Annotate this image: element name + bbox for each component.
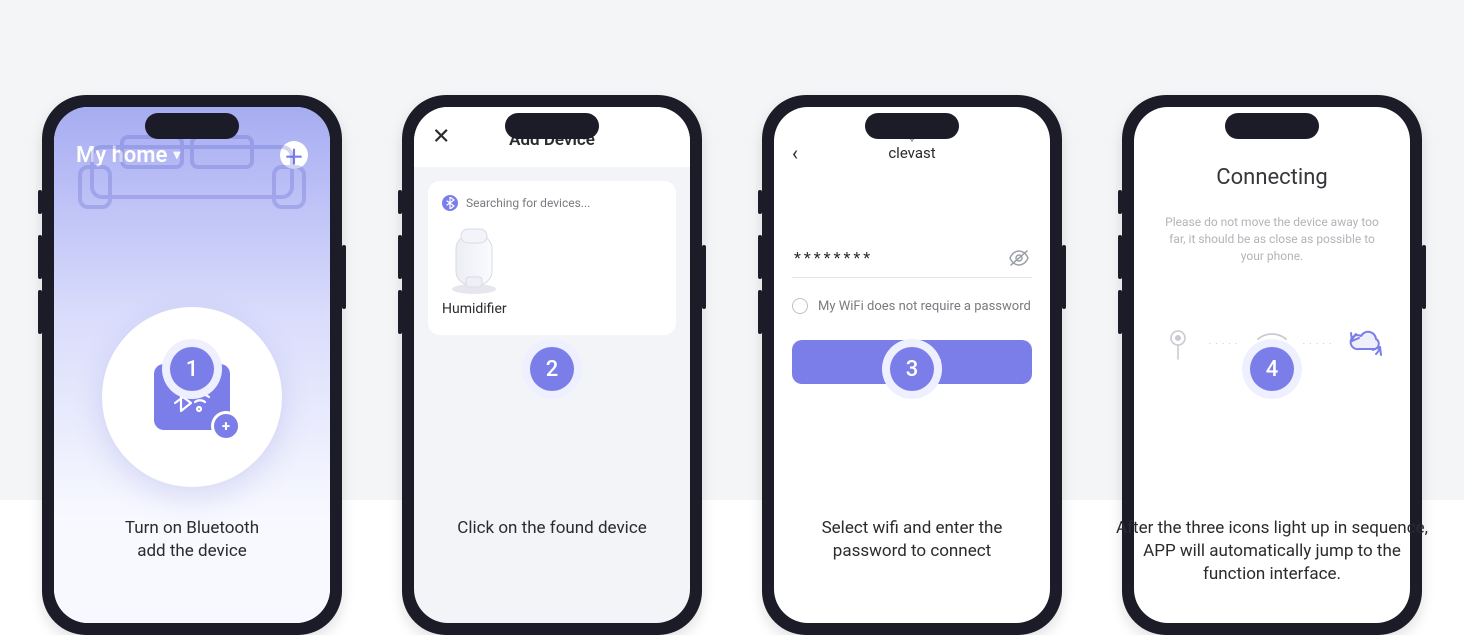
bluetooth-pair-card[interactable]: +: [102, 307, 282, 487]
close-icon[interactable]: ✕: [432, 125, 450, 150]
step-badge-1: 1: [170, 347, 214, 391]
step-4: Connecting Please do not move the device…: [1122, 95, 1422, 500]
steps-band: My home ▾ ＋: [0, 0, 1464, 500]
cloud-sync-icon: [1346, 324, 1386, 364]
step-2: ✕ Add Device Searching for devices...: [402, 95, 702, 500]
password-masked: ********: [794, 248, 873, 267]
no-password-label: My WiFi does not require a password: [818, 299, 1031, 314]
step-badge-4: 4: [1250, 347, 1294, 391]
searching-text: Searching for devices...: [466, 196, 590, 210]
humidifier-thumbnail: [442, 221, 506, 295]
antenna-icon: [1158, 324, 1198, 364]
step-caption-2: Click on the found device: [457, 475, 646, 540]
found-device-item[interactable]: Humidifier: [442, 221, 662, 317]
eye-off-icon[interactable]: [1008, 249, 1030, 267]
step-caption-1: Turn on Bluetooth add the device: [125, 475, 259, 563]
step-badge-3: 3: [890, 347, 934, 391]
step-badge-2: 2: [530, 347, 574, 391]
no-password-option[interactable]: My WiFi does not require a password: [792, 298, 1032, 314]
wifi-ssid: clevast: [888, 144, 935, 162]
step-3: ‹ clevast ********: [762, 95, 1062, 500]
connecting-subtitle: Please do not move the device away too f…: [1158, 214, 1386, 264]
chevron-down-icon: ▾: [173, 147, 180, 163]
device-name: Humidifier: [442, 301, 662, 317]
device-search-card: Searching for devices...: [428, 181, 676, 335]
connecting-title: Connecting: [1158, 165, 1386, 190]
step-caption-4: After the three icons light up in sequen…: [1112, 475, 1432, 586]
bluetooth-icon: [442, 195, 458, 211]
password-input[interactable]: ********: [792, 242, 1032, 278]
progress-dots: ·····: [1292, 339, 1346, 350]
progress-dots: ·····: [1198, 339, 1252, 350]
radio-unchecked-icon: [792, 298, 808, 314]
back-icon[interactable]: ‹: [792, 141, 798, 165]
mini-plus-icon: +: [214, 414, 238, 438]
step-caption-3: Select wifi and enter the password to co…: [822, 475, 1003, 563]
step-1: My home ▾ ＋: [42, 95, 342, 500]
